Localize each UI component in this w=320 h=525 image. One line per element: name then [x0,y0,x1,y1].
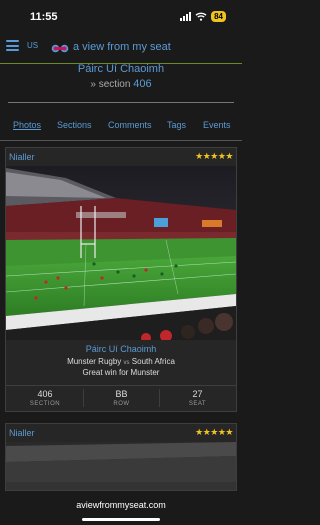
url-text[interactable]: aviewfrommyseat.com [0,500,242,510]
stat-label: SECTION [29,401,61,407]
home-indicator [82,518,160,521]
tab-tags[interactable]: Tags [167,120,186,130]
star-rating: ★★★★★ [195,427,233,437]
photo-card: Nialler ★★★★★ [5,423,237,491]
stat-label: ROW [113,401,130,407]
site-title[interactable]: a view from my seat [73,41,171,53]
venue-name[interactable]: Páirc Uí Chaoimh [0,63,242,75]
section-line: » section 406 [0,78,242,90]
clock: 11:55 [30,11,58,23]
stat-value: 27 [192,389,203,399]
star-rating: ★★★★★ [195,151,233,161]
tab-photos[interactable]: Photos [13,120,41,130]
card-header: Nialler ★★★★★ [6,424,236,442]
divider [8,102,234,103]
signal-icon [180,12,192,21]
stat-seat[interactable]: 27 SEAT [159,389,235,407]
binoculars-icon [51,44,69,53]
section-chevron: » [90,79,96,90]
seat-view-photo[interactable] [6,442,236,491]
tab-events[interactable]: Events [203,120,231,130]
stat-label: SEAT [188,401,207,407]
battery-icon: 84 [211,11,226,22]
event-home-team[interactable]: Munster Rugby [67,357,121,366]
region-selector[interactable]: US [27,41,38,50]
username-link[interactable]: Nialler [9,152,35,162]
tab-bar: Photos Sections Comments Tags Events [0,120,242,134]
divider [0,140,242,141]
event-away-team[interactable]: South Africa [132,357,175,366]
status-bar: 11:55 84 [0,0,242,34]
stat-value: 406 [37,389,53,399]
hamburger-menu-icon[interactable] [6,40,19,51]
event-vs: vs [123,360,130,366]
wifi-icon [195,12,207,21]
stat-section[interactable]: 406 SECTION [7,389,83,407]
username-link[interactable]: Nialler [9,428,35,438]
seat-view-photo[interactable] [6,166,236,340]
tab-comments[interactable]: Comments [108,120,152,130]
section-number: 406 [133,78,152,90]
card-header: Nialler ★★★★★ [6,148,236,166]
status-icons: 84 [180,11,226,22]
seat-stats: 406 SECTION BB ROW 27 SEAT [6,385,236,411]
browser-url-bar: aviewfrommyseat.com [0,491,242,525]
caption-comment: Great win for Munster [82,368,160,377]
caption-event: Munster Rugby vs South Africa [6,357,236,366]
stat-row[interactable]: BB ROW [83,389,159,407]
caption-venue-link[interactable]: Páirc Uí Chaoimh [6,344,236,354]
tab-sections[interactable]: Sections [57,120,92,130]
site-header: US a view from my seat [0,34,242,64]
section-label: section [98,79,131,90]
photo-card: Nialler ★★★★★ [5,147,237,412]
stat-value: BB [115,389,128,399]
